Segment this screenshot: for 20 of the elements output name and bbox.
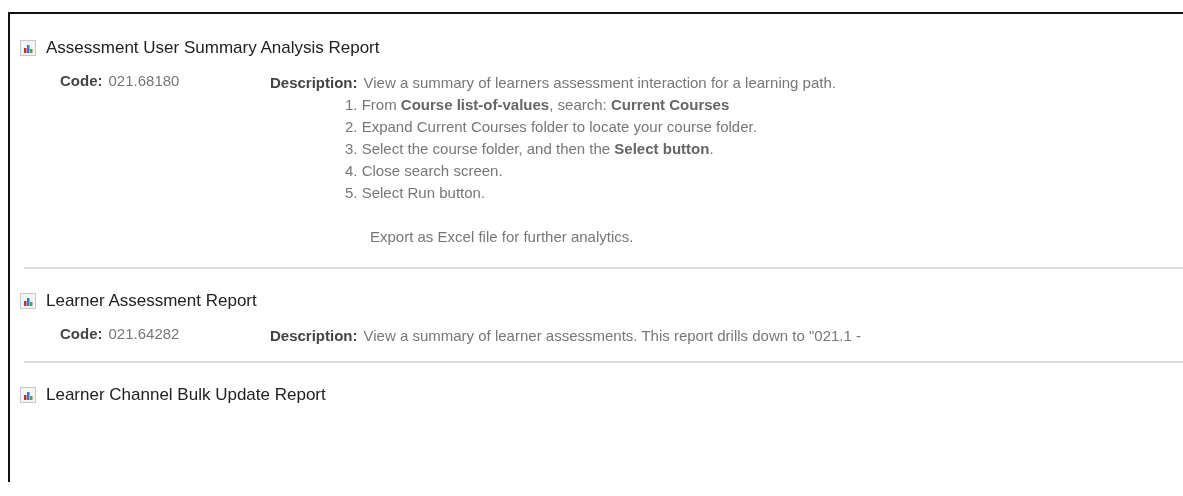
report-title[interactable]: Assessment User Summary Analysis Report: [46, 38, 380, 58]
instruction-step: 5. Select Run button.: [345, 182, 836, 204]
instruction-step: 3. Select the course folder, and then the Select button.: [345, 138, 836, 160]
description-note: Export as Excel file for further analytics.: [369, 228, 635, 247]
instruction-step: 1. From Course list-of-values, search: Current Courses: [345, 94, 836, 116]
code-value: 021.64282: [108, 325, 180, 344]
description-text: View a summary of learners assessment interaction for a learning path.: [363, 73, 836, 93]
instruction-step: 2. Expand Current Courses folder to locate your course folder.: [345, 116, 836, 138]
bar-chart-icon: [20, 293, 36, 309]
description-text: View a summary of learner assessments. This report drills down to "021.1 -: [363, 326, 861, 346]
code-value: 021.68180: [108, 72, 180, 91]
bar-chart-icon: [20, 40, 36, 56]
report-title[interactable]: Learner Channel Bulk Update Report: [46, 385, 326, 405]
description-label: Description:: [270, 326, 358, 346]
description-label: Description:: [270, 73, 358, 93]
bar-chart-icon: [20, 387, 36, 403]
report-title[interactable]: Learner Assessment Report: [46, 291, 257, 311]
code-label: Code:: [60, 325, 103, 344]
code-label: Code:: [60, 72, 103, 91]
instruction-step: 4. Close search screen.: [345, 160, 836, 182]
